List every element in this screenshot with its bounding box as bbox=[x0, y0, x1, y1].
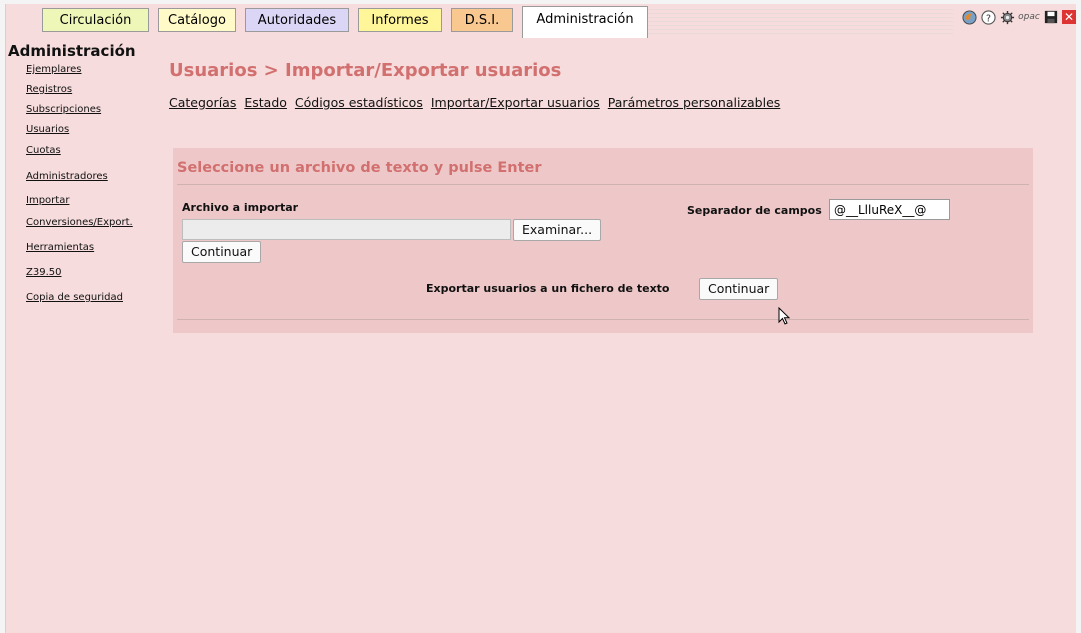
sublink-categorias[interactable]: Categorías bbox=[169, 95, 236, 110]
page-title: Usuarios > Importar/Exportar usuarios bbox=[169, 60, 562, 81]
firefox-icon[interactable] bbox=[961, 9, 977, 25]
left-menu: Administración bbox=[8, 42, 158, 62]
main-content: Usuarios > Importar/Exportar usuarios Ca… bbox=[169, 60, 780, 110]
sublink-estado[interactable]: Estado bbox=[244, 95, 287, 110]
divider bbox=[177, 319, 1029, 320]
menu-item-z3950[interactable]: Z39.50 bbox=[26, 267, 61, 278]
close-icon[interactable]: ✕ bbox=[1062, 10, 1076, 24]
file-input[interactable] bbox=[182, 219, 511, 240]
tab-label: Autoridades bbox=[257, 13, 337, 28]
menu-item-conversiones[interactable]: Conversiones/Export. bbox=[26, 217, 133, 228]
sublink-importar-exportar[interactable]: Importar/Exportar usuarios bbox=[431, 95, 600, 110]
export-continue-button[interactable]: Continuar bbox=[699, 278, 779, 300]
submenu: Categorías Estado Códigos estadísticos I… bbox=[169, 95, 784, 110]
menu-item-usuarios[interactable]: Usuarios bbox=[26, 124, 69, 135]
import-continue-button[interactable]: Continuar bbox=[182, 241, 262, 263]
separator-label: Separador de campos bbox=[687, 204, 822, 217]
tab-label: Informes bbox=[371, 13, 429, 28]
opac-label: opac bbox=[1018, 12, 1040, 22]
export-label: Exportar usuarios a un fichero de texto bbox=[426, 282, 670, 295]
sublink-codigos-estadisticos[interactable]: Códigos estadísticos bbox=[295, 95, 423, 110]
toolbar: ? opac ✕ bbox=[961, 8, 1076, 26]
tab-catalogo[interactable]: Catálogo bbox=[158, 8, 236, 32]
file-label: Archivo a importar bbox=[182, 201, 299, 214]
menu-item-administradores[interactable]: Administradores bbox=[26, 171, 108, 182]
left-menu-title: Administración bbox=[8, 42, 136, 60]
menu-item-subscripciones[interactable]: Subscripciones bbox=[26, 104, 101, 115]
menu-item-importar[interactable]: Importar bbox=[26, 195, 69, 206]
menu-item-registros[interactable]: Registros bbox=[26, 84, 72, 95]
form-title: Seleccione un archivo de texto y pulse E… bbox=[177, 160, 542, 176]
menu-item-copia-seguridad[interactable]: Copia de seguridad bbox=[26, 292, 123, 303]
tab-informes[interactable]: Informes bbox=[358, 8, 442, 32]
tab-circulacion[interactable]: Circulación bbox=[42, 8, 149, 32]
settings-icon[interactable] bbox=[999, 9, 1015, 25]
tab-dsi[interactable]: D.S.I. bbox=[451, 8, 513, 32]
browse-button[interactable]: Examinar... bbox=[513, 219, 602, 241]
app-window: Circulación Catálogo Autoridades Informe… bbox=[5, 4, 1076, 633]
separator-input[interactable] bbox=[829, 199, 950, 220]
tab-label: Administración bbox=[536, 12, 634, 27]
sublink-parametros[interactable]: Parámetros personalizables bbox=[608, 95, 781, 110]
tab-bar: Circulación Catálogo Autoridades Informe… bbox=[6, 4, 1076, 38]
tab-administracion[interactable]: Administración bbox=[522, 6, 648, 38]
svg-text:?: ? bbox=[986, 13, 991, 24]
menu-item-cuotas[interactable]: Cuotas bbox=[26, 145, 61, 156]
tab-label: D.S.I. bbox=[464, 13, 500, 28]
tab-autoridades[interactable]: Autoridades bbox=[245, 8, 349, 32]
tab-label: Circulación bbox=[59, 13, 132, 28]
tab-bar-decoration bbox=[648, 6, 953, 36]
help-icon[interactable]: ? bbox=[980, 9, 996, 25]
menu-item-herramientas[interactable]: Herramientas bbox=[26, 242, 94, 253]
mouse-cursor-icon bbox=[778, 307, 791, 325]
save-icon[interactable] bbox=[1043, 9, 1059, 25]
menu-item-ejemplares[interactable]: Ejemplares bbox=[26, 64, 82, 75]
import-export-form: Seleccione un archivo de texto y pulse E… bbox=[173, 148, 1033, 333]
divider bbox=[177, 184, 1029, 185]
opac-icon[interactable]: opac bbox=[1018, 9, 1040, 25]
tab-label: Catálogo bbox=[168, 13, 226, 28]
